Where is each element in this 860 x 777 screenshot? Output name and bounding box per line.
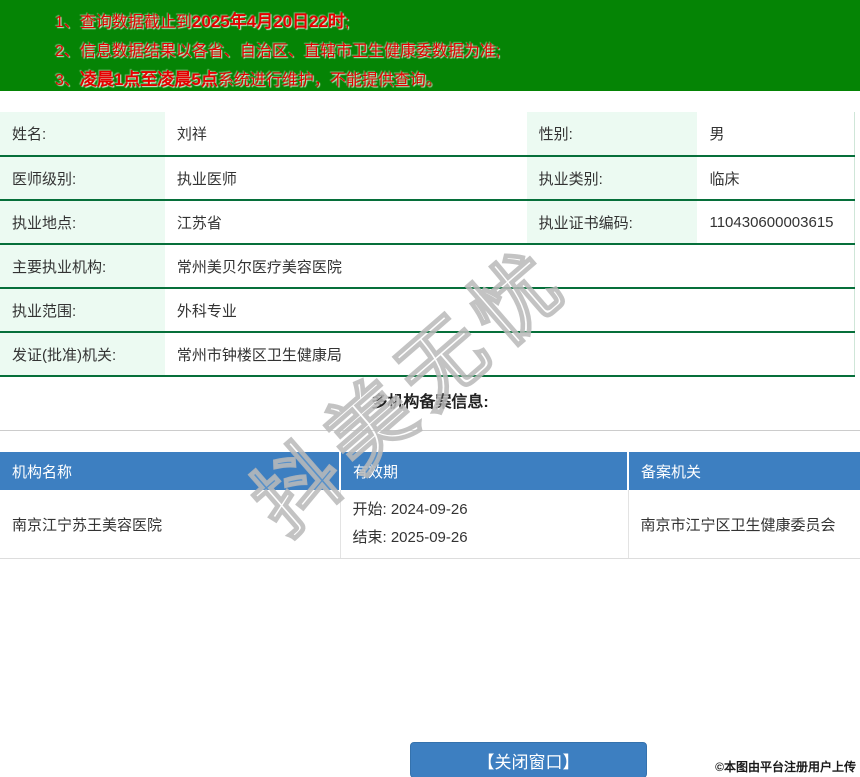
issuing-authority-value: 常州市钟楼区卫生健康局: [164, 332, 855, 377]
notice-3-num: 3、: [55, 72, 80, 89]
filing-header-authority: 备案机关: [628, 452, 860, 490]
filing-table: 机构名称 有效期 备案机关 南京江宁苏王美容医院 开始: 2024-09-26 …: [0, 452, 860, 559]
close-window-button[interactable]: 【关闭窗口】: [410, 742, 647, 777]
info-row-level-category: 医师级别: 执业医师 执业类别: 临床: [0, 156, 855, 201]
doctor-level-value: 执业医师: [164, 156, 527, 201]
footer-credit-text: ©本图由平台注册用户上传: [715, 760, 856, 774]
info-row-name-gender: 姓名: 刘祥 性别: 男: [0, 112, 855, 157]
filing-validity-period: 开始: 2024-09-26 结束: 2025-09-26: [340, 490, 629, 559]
notice-line-3: 3、凌晨1点至凌晨5点系统进行维护，不能提供查询。: [55, 66, 850, 95]
info-row-practice-scope: 执业范围: 外科专业: [0, 288, 855, 333]
doctor-level-label: 医师级别:: [0, 156, 165, 201]
notice-3-bold: 凌晨1点至凌晨5点: [79, 70, 218, 89]
main-institution-label: 主要执业机构:: [0, 244, 165, 289]
info-row-location-certno: 执业地点: 江苏省 执业证书编码: 110430600003615: [0, 200, 855, 245]
validity-end: 结束: 2025-09-26: [352, 529, 468, 546]
notice-line-1: 1、查询数据截止到2025年4月20日22时;: [55, 8, 850, 37]
practitioner-info-table: 姓名: 刘祥 性别: 男 医师级别: 执业医师 执业类别: 临床 执业地点: 江…: [0, 112, 855, 377]
practice-scope-value: 外科专业: [164, 288, 855, 333]
practice-scope-label: 执业范围:: [0, 288, 165, 333]
notice-1-text: 查询数据截止到: [79, 14, 192, 31]
info-row-main-institution: 主要执业机构: 常州美贝尔医疗美容医院: [0, 244, 855, 289]
certificate-no-label: 执业证书编码:: [526, 200, 698, 245]
notice-3-post: 系统进行维护，不能提供查询。: [217, 72, 442, 89]
section-divider: [0, 430, 860, 431]
gender-value: 男: [697, 112, 855, 157]
main-institution-value: 常州美贝尔医疗美容医院: [164, 244, 855, 289]
notice-2-num: 2、: [55, 43, 80, 60]
notice-1-num: 1、: [55, 14, 80, 31]
filing-table-row: 南京江宁苏王美容医院 开始: 2024-09-26 结束: 2025-09-26…: [0, 490, 860, 559]
practice-category-label: 执业类别:: [526, 156, 698, 201]
gender-label: 性别:: [526, 112, 698, 157]
license-query-page: 1、查询数据截止到2025年4月20日22时; 2、信息数据结果以各省、自治区、…: [0, 0, 860, 777]
certificate-no-value: 110430600003615: [697, 200, 855, 245]
notice-2-text: 信息数据结果以各省、自治区、直辖市卫生健康委数据为准;: [79, 43, 501, 60]
filing-authority: 南京市江宁区卫生健康委员会: [628, 490, 860, 559]
notice-1-bold: 2025年4月20日22时: [191, 12, 346, 31]
practice-category-value: 临床: [697, 156, 855, 201]
notice-line-2: 2、信息数据结果以各省、自治区、直辖市卫生健康委数据为准;: [55, 37, 850, 66]
filing-header-institution: 机构名称: [0, 452, 341, 490]
issuing-authority-label: 发证(批准)机关:: [0, 332, 165, 377]
multi-institution-filing-title: 多机构备案信息:: [371, 394, 489, 411]
filing-header-validity: 有效期: [340, 452, 629, 490]
filing-institution-name: 南京江宁苏王美容医院: [0, 490, 341, 559]
notice-1-post: ;: [345, 14, 350, 31]
info-row-issuing-authority: 发证(批准)机关: 常州市钟楼区卫生健康局: [0, 332, 855, 377]
validity-start: 开始: 2024-09-26: [352, 501, 468, 518]
practice-location-label: 执业地点:: [0, 200, 165, 245]
filing-table-header-row: 机构名称 有效期 备案机关: [0, 452, 860, 490]
name-value: 刘祥: [164, 112, 527, 157]
notice-banner: 1、查询数据截止到2025年4月20日22时; 2、信息数据结果以各省、自治区、…: [0, 0, 860, 91]
practice-location-value: 江苏省: [164, 200, 527, 245]
name-label: 姓名:: [0, 112, 165, 157]
